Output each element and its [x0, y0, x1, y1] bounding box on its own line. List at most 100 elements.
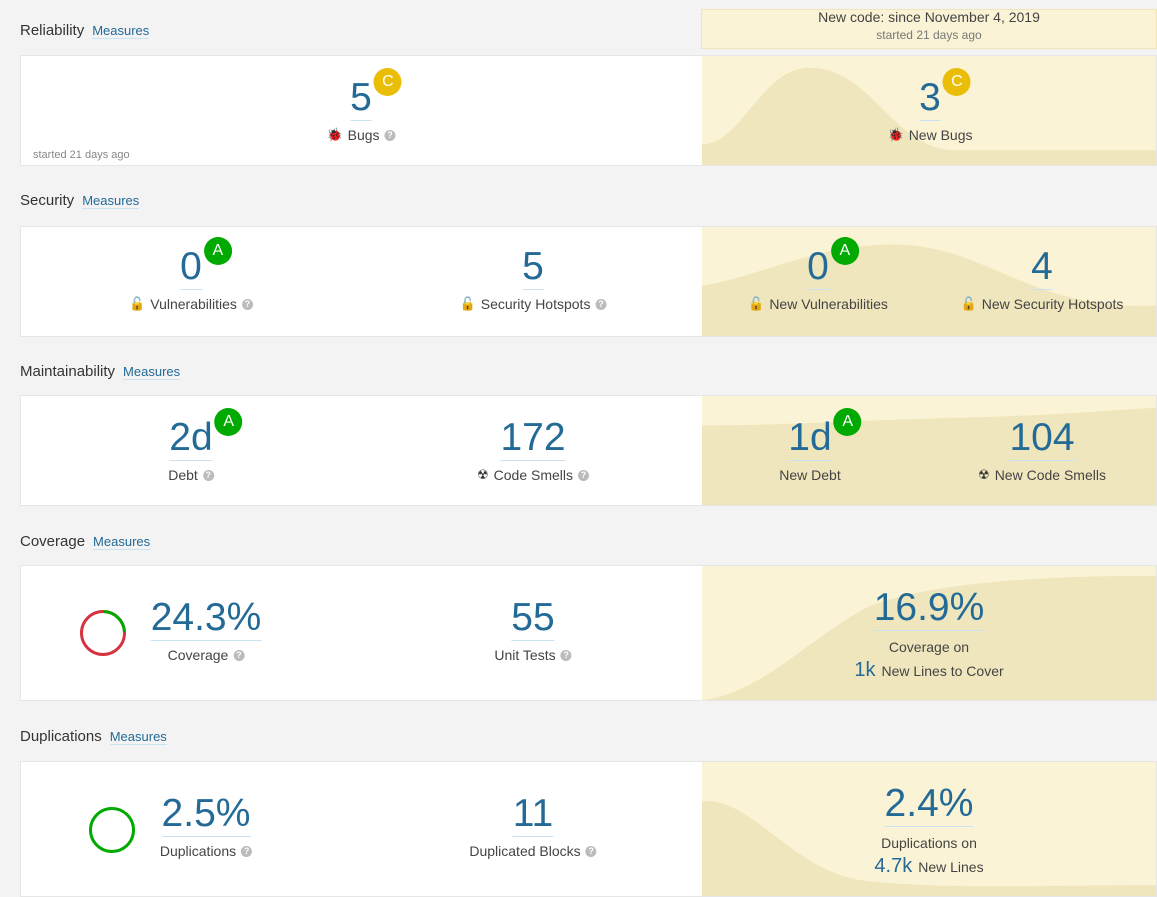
help-icon[interactable]: ?	[241, 845, 253, 857]
lock-icon: 🔓	[960, 296, 977, 311]
new-bugs-value[interactable]: 3C	[919, 68, 971, 121]
duplications-measure[interactable]: 2.5% Duplications?	[159, 792, 253, 859]
new-vulnerabilities-measure[interactable]: 0A 🔓 New Vulnerabilities	[748, 237, 888, 312]
reliability-header: Reliability Measures	[20, 22, 150, 39]
reliability-panel: started 21 days ago 5C 🐞 Bugs? 3C 🐞 New Bu…	[20, 55, 1157, 166]
section-title: Maintainability	[20, 363, 116, 380]
new-bugs-measure[interactable]: 3C 🐞 New Bugs	[887, 68, 973, 143]
debt-measure[interactable]: 2d A Debt?	[168, 408, 243, 483]
new-debt-measure[interactable]: 1d A New Debt	[779, 408, 862, 483]
new-lines-value[interactable]: 4.7k	[874, 855, 912, 878]
security-measures-link[interactable]: Measures	[82, 193, 140, 209]
new-coverage-label: Coverage on	[888, 639, 970, 655]
security-rating-badge[interactable]: A	[203, 237, 232, 265]
new-code-period-started: started 21 days ago	[876, 28, 982, 42]
security-panel: 0A 🔓 Vulnerabilities? 5 🔓 Security Hotspot…	[20, 226, 1157, 337]
code-smell-icon: ☢	[476, 467, 489, 482]
debt-label: Debt	[168, 467, 198, 483]
security-hotspots-measure[interactable]: 5 🔓 Security Hotspots?	[460, 245, 607, 312]
new-bugs-label: New Bugs	[908, 127, 973, 143]
maintainability-panel: 2d A Debt? 172 ☢ Code Smells? 1d A New Debt…	[20, 395, 1157, 506]
section-title: Security	[20, 192, 75, 209]
new-lines-to-cover-value[interactable]: 1k	[854, 659, 875, 682]
code-smell-icon: ☢	[978, 467, 990, 482]
section-title: Duplications	[20, 728, 102, 745]
lock-icon: 🔓	[748, 296, 765, 311]
section-title: Coverage	[20, 533, 86, 550]
new-code-smells-value[interactable]: 104	[1009, 416, 1075, 461]
coverage-measures-link[interactable]: Measures	[93, 534, 151, 550]
new-coverage-value[interactable]: 16.9%	[873, 586, 985, 631]
vulnerabilities-value[interactable]: 0A	[180, 237, 232, 290]
coverage-header: Coverage Measures	[20, 533, 151, 550]
new-duplications-measure[interactable]: 2.4% Duplications on 4.7k New Lines	[874, 782, 983, 878]
new-security-hotspots-label: New Security Hotspots	[981, 296, 1124, 312]
vulnerabilities-label: Vulnerabilities	[150, 296, 237, 312]
new-duplications-value[interactable]: 2.4%	[884, 782, 974, 827]
coverage-label: Coverage	[167, 647, 229, 663]
duplications-header: Duplications Measures	[20, 728, 167, 745]
coverage-panel: 24.3% Coverage? 55 Unit Tests? 16.9% Cov…	[20, 565, 1157, 701]
duplicated-blocks-measure[interactable]: 11 Duplicated Blocks?	[469, 792, 597, 859]
help-icon[interactable]: ?	[384, 129, 396, 141]
coverage-value[interactable]: 24.3%	[150, 596, 262, 641]
duplications-value[interactable]: 2.5%	[161, 792, 251, 837]
bugs-value[interactable]: 5C	[350, 68, 402, 121]
help-icon[interactable]: ?	[202, 469, 214, 481]
lock-icon: 🔓	[129, 296, 146, 311]
new-code-smells-label: New Code Smells	[994, 467, 1106, 483]
new-reliability-rating-badge[interactable]: C	[942, 68, 971, 96]
new-vulnerabilities-label: New Vulnerabilities	[769, 296, 888, 312]
new-security-rating-badge[interactable]: A	[830, 237, 859, 265]
code-smells-value[interactable]: 172	[500, 416, 566, 461]
new-lines-to-cover-label: New Lines to Cover	[881, 663, 1004, 679]
bug-icon: 🐞	[326, 127, 343, 142]
help-icon[interactable]: ?	[585, 845, 597, 857]
duplications-measures-link[interactable]: Measures	[109, 729, 167, 745]
code-smells-measure[interactable]: 172 ☢ Code Smells?	[476, 416, 590, 483]
unit-tests-value[interactable]: 55	[511, 596, 555, 641]
reliability-rating-badge[interactable]: C	[373, 68, 402, 96]
new-duplications-label: Duplications on	[881, 835, 977, 851]
started-label: started 21 days ago	[33, 149, 130, 161]
new-code-period-header: New code: since November 4, 2019 started…	[701, 9, 1157, 49]
reliability-measures-link[interactable]: Measures	[92, 23, 150, 39]
debt-value[interactable]: 2d A	[169, 408, 243, 461]
help-icon[interactable]: ?	[560, 649, 572, 661]
help-icon[interactable]: ?	[595, 298, 607, 310]
maintainability-measures-link[interactable]: Measures	[123, 364, 181, 380]
maintainability-rating-badge[interactable]: A	[214, 408, 243, 436]
duplications-donut-chart	[89, 807, 135, 853]
new-debt-value[interactable]: 1d A	[788, 408, 862, 461]
bug-icon: 🐞	[887, 127, 904, 142]
new-debt-label: New Debt	[779, 467, 841, 483]
duplications-label: Duplications	[159, 843, 237, 859]
security-header: Security Measures	[20, 192, 140, 209]
coverage-measure[interactable]: 24.3% Coverage?	[150, 596, 262, 663]
new-code-smells-measure[interactable]: 104 ☢ New Code Smells	[978, 416, 1106, 483]
lock-icon: 🔓	[459, 296, 476, 311]
vulnerabilities-measure[interactable]: 0A 🔓 Vulnerabilities?	[129, 237, 253, 312]
code-smells-label: Code Smells	[493, 467, 574, 483]
duplications-panel: 2.5% Duplications? 11 Duplicated Blocks?…	[20, 761, 1157, 897]
new-coverage-measure[interactable]: 16.9% Coverage on 1k New Lines to Cover	[854, 586, 1003, 682]
unit-tests-label: Unit Tests	[494, 647, 556, 663]
duplicated-blocks-value[interactable]: 11	[512, 792, 554, 837]
bugs-measure[interactable]: 5C 🐞 Bugs?	[326, 68, 402, 143]
section-title: Reliability	[20, 22, 85, 39]
help-icon[interactable]: ?	[578, 469, 590, 481]
coverage-donut-chart	[80, 610, 126, 656]
new-security-hotspots-value[interactable]: 4	[1031, 245, 1053, 290]
unit-tests-measure[interactable]: 55 Unit Tests?	[494, 596, 572, 663]
help-icon[interactable]: ?	[233, 649, 245, 661]
new-lines-label: New Lines	[918, 859, 984, 875]
maintainability-header: Maintainability Measures	[20, 363, 181, 380]
bugs-label: Bugs	[347, 127, 380, 143]
duplicated-blocks-label: Duplicated Blocks	[469, 843, 581, 859]
new-vulnerabilities-value[interactable]: 0A	[807, 237, 859, 290]
new-security-hotspots-measure[interactable]: 4 🔓 New Security Hotspots	[961, 245, 1124, 312]
security-hotspots-value[interactable]: 5	[522, 245, 544, 290]
new-code-period-title: New code: since November 4, 2019	[818, 9, 1040, 25]
security-hotspots-label: Security Hotspots	[480, 296, 591, 312]
help-icon[interactable]: ?	[241, 298, 253, 310]
